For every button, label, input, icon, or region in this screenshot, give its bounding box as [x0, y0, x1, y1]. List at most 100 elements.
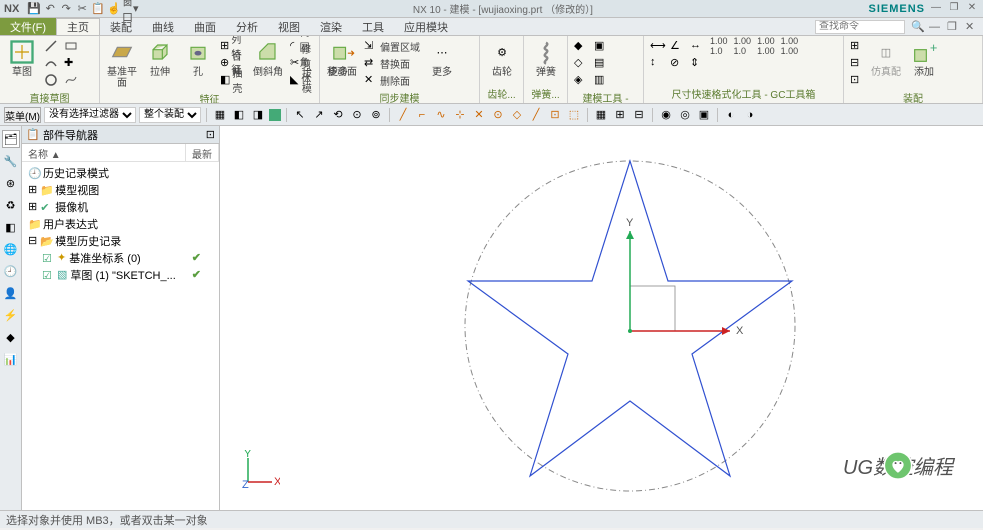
tab-curve[interactable]: 曲线 [142, 18, 184, 35]
sync-more[interactable]: ⋯更多 [426, 38, 458, 78]
sel-color[interactable] [269, 109, 281, 121]
util4[interactable]: ▣ [594, 38, 608, 54]
file-menu[interactable]: 文件(F) [0, 18, 56, 35]
more-tab1[interactable]: ◆ [2, 328, 20, 346]
snap10[interactable]: ⬚ [566, 107, 582, 123]
dim3[interactable]: ∠ [670, 38, 684, 54]
ribbon-min-icon[interactable]: — [929, 21, 943, 33]
point-tool[interactable]: ✚ [64, 55, 78, 71]
sel2[interactable]: ◧ [231, 107, 247, 123]
menu-button[interactable]: 菜单(M) [4, 107, 41, 123]
sel5[interactable]: ↗ [311, 107, 327, 123]
view3[interactable]: ⊟ [631, 107, 647, 123]
tab-tools[interactable]: 工具 [352, 18, 394, 35]
tab-analysis[interactable]: 分析 [226, 18, 268, 35]
col-name[interactable]: 名称 ▲ [22, 144, 186, 161]
shell-button[interactable]: ◧抽壳 [220, 72, 246, 88]
dim5[interactable]: ↔ [690, 38, 704, 54]
tree-model-history[interactable]: ⊟📂模型历史记录 [22, 232, 219, 249]
snap3[interactable]: ∿ [433, 107, 449, 123]
util6[interactable]: ▥ [594, 72, 608, 88]
tab-surface[interactable]: 曲面 [184, 18, 226, 35]
sel3[interactable]: ◨ [250, 107, 266, 123]
scope-select[interactable]: 整个装配 [139, 107, 201, 123]
util1[interactable]: ◆ [574, 38, 588, 54]
util5[interactable]: ▤ [594, 55, 608, 71]
tree-sketch[interactable]: ☑▧草图 (1) "SKETCH_...✔ [22, 266, 219, 283]
tree-expressions[interactable]: 📁用户表达式 [22, 215, 219, 232]
asm1[interactable]: ⊞ [850, 38, 864, 54]
tree-model-view[interactable]: ⊞📁模型视图 [22, 181, 219, 198]
spring-button[interactable]: 弹簧 [530, 38, 562, 78]
dim2[interactable]: ↕ [650, 55, 664, 71]
sel1[interactable]: ▦ [212, 107, 228, 123]
rect-tool[interactable] [64, 38, 78, 54]
maximize-icon[interactable]: ❐ [947, 2, 961, 16]
shade3[interactable]: ▣ [696, 107, 712, 123]
hole-button[interactable]: 孔 [182, 38, 214, 78]
util3[interactable]: ◈ [574, 72, 588, 88]
tab-home[interactable]: 主页 [56, 18, 100, 35]
snap2[interactable]: ⌐ [414, 107, 430, 123]
datum-button[interactable]: 基准平面 [106, 38, 138, 89]
view1[interactable]: ▦ [593, 107, 609, 123]
nav-pin-icon[interactable]: ⊡ [206, 128, 215, 141]
tab-assembly[interactable]: 装配 [100, 18, 142, 35]
search-input[interactable] [815, 20, 905, 34]
ribbon-close-icon[interactable]: ✕ [965, 20, 979, 33]
dim-val3[interactable]: 1.001.00 [757, 38, 775, 54]
offset-button[interactable]: ⇲偏置区域 [364, 38, 420, 54]
browser-tab[interactable]: 🌐 [2, 240, 20, 258]
snap9[interactable]: ⊡ [547, 107, 563, 123]
graphics-viewport[interactable]: X Y Y X Z UG数控编程 [220, 126, 983, 510]
shade1[interactable]: ◉ [658, 107, 674, 123]
spline-tool[interactable] [64, 72, 78, 88]
sys-tab[interactable]: ⚡ [2, 306, 20, 324]
util2[interactable]: ◇ [574, 55, 588, 71]
tab-render[interactable]: 渲染 [310, 18, 352, 35]
dim-val4[interactable]: 1.001.00 [781, 38, 799, 54]
minimize-icon[interactable]: — [929, 2, 943, 16]
dim6[interactable]: ⇕ [690, 55, 704, 71]
sel7[interactable]: ⊙ [349, 107, 365, 123]
draft-button[interactable]: ◣拔模 [290, 72, 316, 88]
chamfer-button[interactable]: 倒斜角 [252, 38, 284, 78]
snap6[interactable]: ⊙ [490, 107, 506, 123]
tab-app[interactable]: 应用模块 [394, 18, 458, 35]
more-tab2[interactable]: 📊 [2, 350, 20, 368]
touch-icon[interactable]: ☝ [107, 2, 121, 16]
asm3[interactable]: ⊡ [850, 72, 864, 88]
replace-button[interactable]: ⇄替换面 [364, 55, 420, 71]
hd3d-tab[interactable]: ◧ [2, 218, 20, 236]
close-icon[interactable]: ✕ [965, 2, 979, 16]
dim1[interactable]: ⟷ [650, 38, 664, 54]
col-recent[interactable]: 最新 [186, 144, 219, 161]
arc-tool[interactable] [44, 55, 58, 71]
render2[interactable]: ◑ [742, 107, 758, 123]
view2[interactable]: ⊞ [612, 107, 628, 123]
render1[interactable]: ◐ [723, 107, 739, 123]
roles-tab[interactable]: 👤 [2, 284, 20, 302]
gear-button[interactable]: ⚙齿轮 [486, 38, 518, 78]
asm-tab[interactable]: 🔧 [2, 152, 20, 170]
snap4[interactable]: ⊹ [452, 107, 468, 123]
delete-button[interactable]: ✕删除面 [364, 72, 420, 88]
filter-select[interactable]: 没有选择过滤器 [44, 107, 136, 123]
extrude-button[interactable]: 拉伸 [144, 38, 176, 78]
snap1[interactable]: ╱ [395, 107, 411, 123]
snap8[interactable]: ╱ [528, 107, 544, 123]
history-tab[interactable]: 🕘 [2, 262, 20, 280]
save-icon[interactable]: 💾 [27, 2, 41, 16]
dim-val1[interactable]: 1.001.0 [710, 38, 728, 54]
line-tool[interactable] [44, 38, 58, 54]
dim-val2[interactable]: 1.001.0 [734, 38, 752, 54]
paste-icon[interactable]: 📋 [91, 2, 105, 16]
sel8[interactable]: ⊚ [368, 107, 384, 123]
constraint-tab[interactable]: ⊛ [2, 174, 20, 192]
redo-icon[interactable]: ↷ [59, 2, 73, 16]
shade2[interactable]: ◎ [677, 107, 693, 123]
sketch-button[interactable]: 草图 [6, 38, 38, 78]
sel6[interactable]: ⟲ [330, 107, 346, 123]
sel4[interactable]: ↖ [292, 107, 308, 123]
tree-datum[interactable]: ☑✦基准坐标系 (0)✔ [22, 249, 219, 266]
